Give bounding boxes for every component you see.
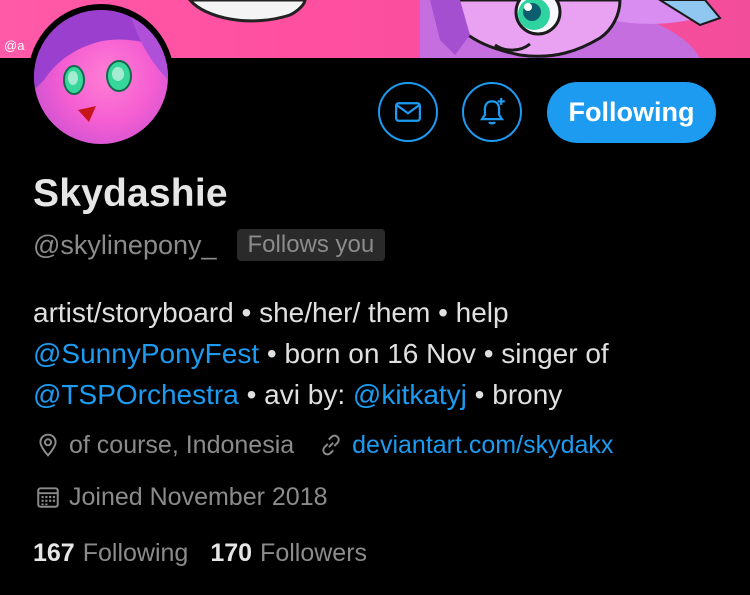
mention-tsporchestra-link[interactable]: @TSPOrchestra: [33, 379, 239, 410]
profile-meta-row: of course, Indonesia deviantart.com/skyd…: [33, 430, 613, 460]
avatar-artwork: [34, 10, 168, 122]
followers-stat[interactable]: 170 Followers: [210, 539, 367, 568]
follow-stats: 167 Following 170 Followers: [33, 539, 367, 568]
display-name: Skydashie: [33, 172, 228, 215]
bell-plus-icon: [479, 97, 505, 125]
bio-line: @TSPOrchestra • avi by: @kitkatyj • bron…: [33, 374, 733, 415]
notifications-button[interactable]: [462, 82, 522, 142]
bio-text: artist/storyboard • she/her/ them • help: [33, 297, 509, 328]
avatar-image: [34, 10, 168, 144]
followers-label: Followers: [260, 539, 368, 567]
following-button[interactable]: Following: [547, 82, 716, 143]
bio-line: @SunnyPonyFest • born on 16 Nov • singer…: [33, 333, 733, 374]
bio-text: • brony: [466, 379, 563, 410]
website-link[interactable]: deviantart.com/skydakx: [352, 431, 613, 460]
profile-bio: artist/storyboard • she/her/ them • help…: [33, 292, 733, 415]
following-count: 167: [33, 539, 75, 567]
avatar[interactable]: [28, 4, 174, 150]
calendar-icon: [33, 482, 63, 512]
bio-line: artist/storyboard • she/her/ them • help: [33, 292, 733, 333]
location-text: of course, Indonesia: [69, 430, 295, 459]
location-pin-icon: [33, 430, 63, 460]
following-stat[interactable]: 167 Following: [33, 539, 188, 568]
follows-you-badge: Follows you: [236, 229, 386, 261]
mention-kitkatyj-link[interactable]: @kitkatyj: [353, 379, 467, 410]
joined-row: Joined November 2018: [33, 482, 328, 512]
followers-count: 170: [210, 539, 253, 567]
link-icon: [316, 430, 346, 460]
handle-row: @skylinepony_ Follows you: [33, 229, 386, 261]
message-button[interactable]: [378, 82, 438, 142]
banner-watermark: @a: [4, 38, 25, 53]
following-label: Following: [82, 539, 189, 567]
envelope-icon: [395, 102, 421, 122]
joined-text: Joined November 2018: [69, 482, 328, 511]
user-handle: @skylinepony_: [33, 229, 217, 260]
bio-text: • avi by:: [238, 379, 353, 410]
bio-text: • born on 16 Nov • singer of: [259, 338, 609, 369]
mention-sunnyponyfest-link[interactable]: @SunnyPonyFest: [33, 338, 259, 369]
